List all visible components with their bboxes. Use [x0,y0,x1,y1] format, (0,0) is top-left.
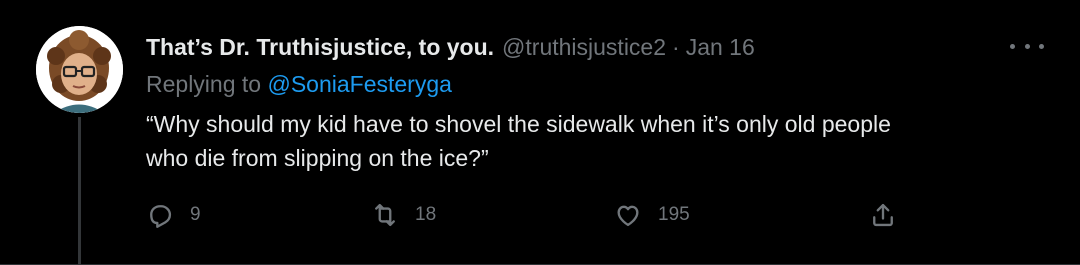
retweet-icon [375,203,395,227]
action-bar: 9 18 195 [146,197,906,233]
thread-line [78,117,81,265]
display-name[interactable]: That’s Dr. Truthisjustice, to you. [146,30,494,64]
user-handle[interactable]: @truthisjustice2 [502,30,666,64]
avatar-bitmoji-image [36,26,123,113]
avatar[interactable] [36,26,123,113]
tweet-text-line: who die from slipping on the ice?” [146,145,489,171]
replying-to-label: Replying to [146,71,268,97]
tweet-container[interactable]: That’s Dr. Truthisjustice, to you. @trut… [0,0,1080,265]
more-dot [1024,43,1030,49]
more-dot [1010,43,1015,49]
tweet-text: “Why should my kid have to shovel the si… [146,107,1026,175]
like-button[interactable]: 195 [614,197,690,233]
like-icon [617,205,639,227]
like-count: 195 [658,204,690,225]
share-button[interactable] [869,197,897,233]
retweet-count: 18 [415,204,437,225]
replying-to-line: Replying to @SoniaFesteryga [146,67,452,101]
more-horizontal-icon[interactable] [1010,34,1044,58]
retweet-button[interactable]: 18 [371,197,436,233]
more-dot [1039,43,1044,49]
separator-dot: · [672,34,680,60]
reply-count: 9 [190,204,201,225]
reply-button[interactable]: 9 [146,197,201,233]
tweet-text-line: “Why should my kid have to shovel the si… [146,111,891,137]
tweet-date[interactable]: Jan 16 [686,30,755,64]
tweet-header: That’s Dr. Truthisjustice, to you. @trut… [146,30,755,64]
share-icon [873,203,893,227]
reply-icon [150,205,172,228]
replying-to-mention[interactable]: @SoniaFesteryga [267,71,451,97]
